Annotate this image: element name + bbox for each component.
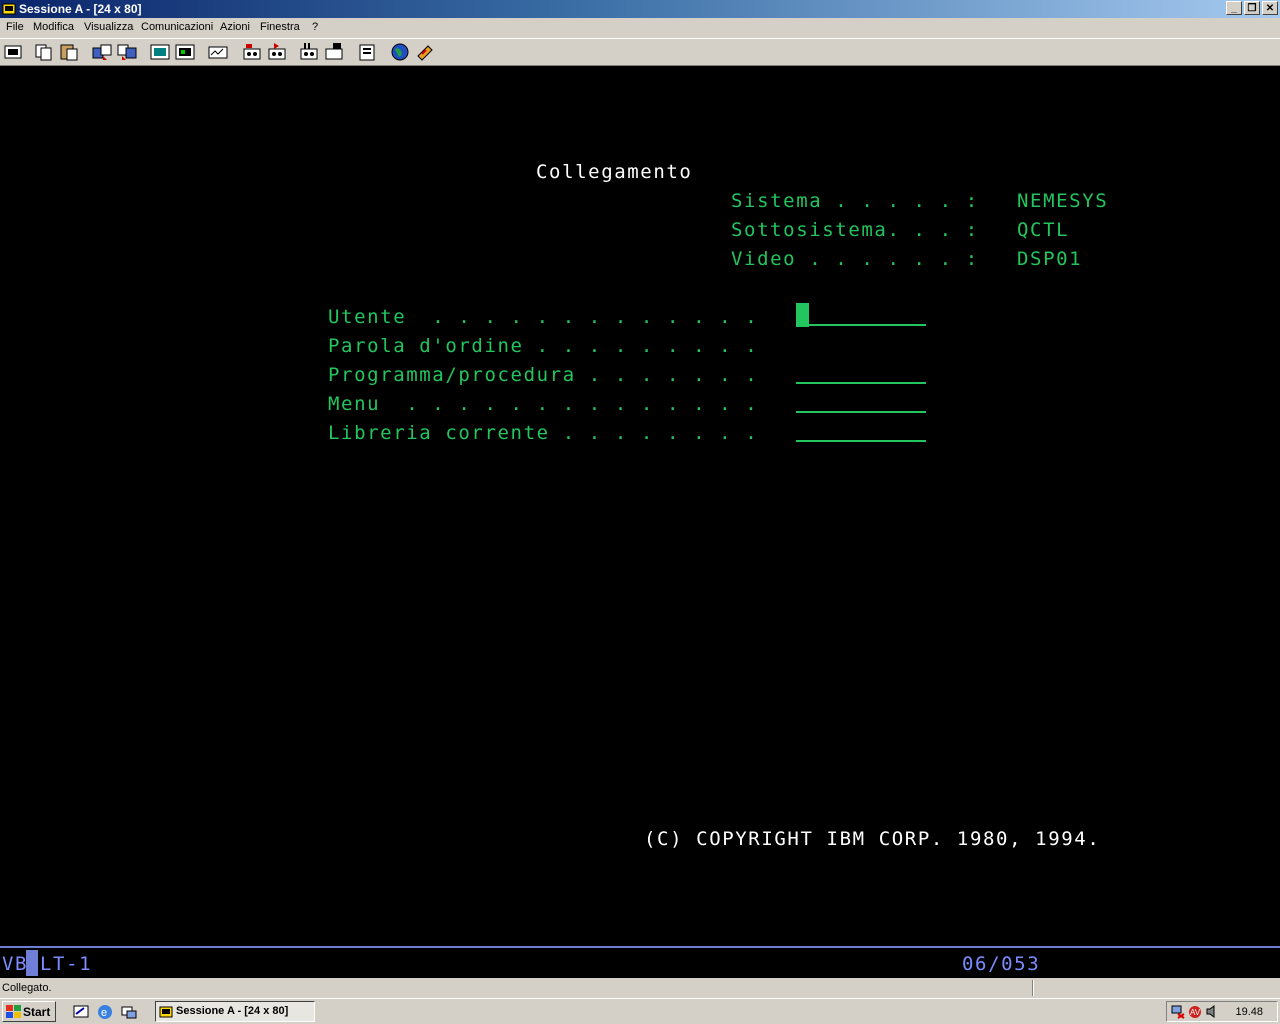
info-value-sottosistema: QCTL [1017,219,1070,241]
info-label-video: Video . . . . . . : [731,248,979,270]
status-message: Collegato. [2,982,52,994]
window-title: Sessione A - [24 x 80] [19,2,142,16]
start-button[interactable]: Start [2,1001,56,1022]
receive-file-icon[interactable] [116,42,138,62]
info-value-sistema: NEMESYS [1017,190,1109,212]
display-setup-icon[interactable] [149,42,171,62]
clock: 19.48 [1235,1006,1263,1018]
start-label: Start [23,1005,51,1019]
screen-heading: Collegamento [536,161,693,183]
macro-icon[interactable] [207,42,229,62]
record-macro-icon[interactable] [241,42,263,62]
taskbar-session-label: Sessione A - [24 x 80] [176,1005,289,1017]
oia-session-id: LT-1 [40,953,93,975]
print-icon[interactable] [356,42,378,62]
menu-bar: File Modifica Visualizza Comunicazioni A… [0,18,1280,38]
libreria-corrente-input[interactable] [796,440,926,442]
show-desktop-icon[interactable] [72,1003,90,1021]
taskbar: Start e Sessione A - [24 x 80] AV 19.48 [0,998,1280,1024]
parola-ordine-input[interactable] [796,334,926,358]
antivirus-icon[interactable]: AV [1187,1004,1203,1019]
windows-logo-icon [6,1005,21,1018]
field-label-menu: Menu . . . . . . . . . . . . . . [328,393,759,415]
keyboard-map-icon[interactable] [174,42,196,62]
network-app-icon[interactable] [120,1003,138,1021]
info-label-sistema: Sistema . . . . . : [731,190,979,212]
internet-explorer-icon[interactable]: e [96,1003,114,1021]
restore-button[interactable]: ❐ [1244,1,1260,15]
emulator-app-icon[interactable] [2,2,16,16]
programma-procedura-input[interactable] [796,382,926,384]
taskbar-session-a[interactable]: Sessione A - [24 x 80] [155,1001,315,1022]
window-title-bar[interactable]: Sessione A - [24 x 80] _ ❐ ✕ [0,0,1280,18]
field-label-utente: Utente . . . . . . . . . . . . . [328,306,759,328]
menu-visualizza[interactable]: Visualizza [84,21,133,33]
svg-text:e: e [101,1007,107,1019]
menu-file[interactable]: File [6,21,24,33]
oia-cursor-position: 06/053 [962,953,1041,975]
terminal-screen[interactable]: Collegamento Sistema . . . . . : NEMESYS… [0,66,1280,946]
status-bar: Collegato. [0,978,1280,998]
menu-azioni[interactable]: Azioni [220,21,250,33]
emulator-task-icon [159,1006,173,1018]
field-label-parola-ordine: Parola d'ordine . . . . . . . . . [328,335,759,357]
send-file-icon[interactable] [91,42,113,62]
stop-icon[interactable] [323,42,345,62]
info-label-sottosistema: Sottosistema. . . : [731,219,979,241]
status-separator [1032,980,1034,996]
info-value-video: DSP01 [1017,248,1083,270]
support-icon[interactable] [414,42,436,62]
toolbar [0,38,1280,66]
menu-input[interactable] [796,411,926,413]
volume-icon[interactable] [1205,1004,1219,1019]
field-label-programma-procedura: Programma/procedura . . . . . . . [328,364,759,386]
minimize-button[interactable]: _ [1226,1,1242,15]
copyright-notice: (C) COPYRIGHT IBM CORP. 1980, 1994. [644,828,1101,850]
operator-info-area: VB LT-1 06/053 [0,946,1280,978]
copy-icon[interactable] [33,42,55,62]
print-screen-icon[interactable] [2,42,24,62]
oia-session-prefix: VB [2,953,29,975]
menu-finestra[interactable]: Finestra [260,21,300,33]
field-label-libreria-corrente: Libreria corrente . . . . . . . . [328,422,759,444]
record-icon[interactable] [298,42,320,62]
menu-comunicazioni[interactable]: Comunicazioni [141,21,213,33]
menu-modifica[interactable]: Modifica [33,21,74,33]
svg-text:AV: AV [1190,1008,1201,1017]
globe-icon[interactable] [389,42,411,62]
utente-input[interactable] [796,324,926,326]
paste-icon[interactable] [58,42,80,62]
close-button[interactable]: ✕ [1262,1,1278,15]
system-tray: AV 19.48 [1166,1001,1278,1022]
network-status-icon[interactable] [1171,1004,1185,1019]
play-macro-icon[interactable] [266,42,288,62]
menu-help[interactable]: ? [312,21,318,33]
